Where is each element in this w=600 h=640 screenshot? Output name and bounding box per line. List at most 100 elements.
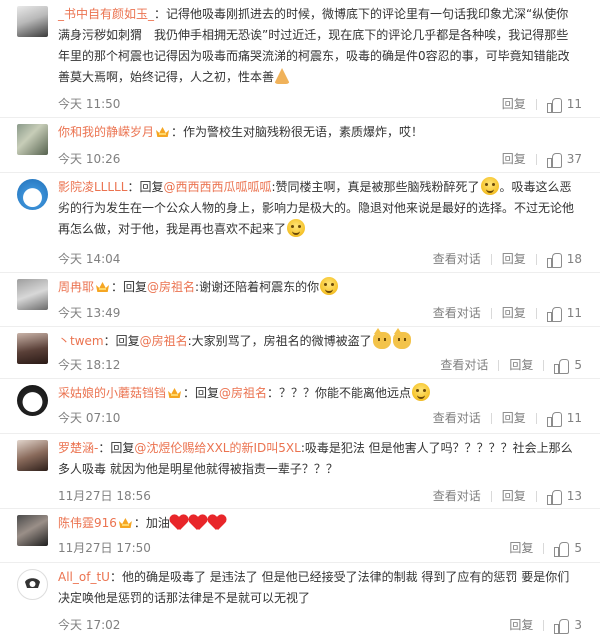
comment-meta: 今天 11:50 回复 11 [58,94,582,114]
comment-meta: 今天 14:04 查看对话 回复 18 [58,249,582,269]
avatar[interactable] [17,124,48,155]
thumbs-up-icon [554,541,570,557]
comment-item: 采姑娘的小蘑菇铛铛 ：回复@房祖名：？？？你能不能离他远点 今天 07:10 查看… [0,379,600,434]
comment-text: All_of_tU：他的确是吸毒了 是违法了 但是他已经接受了法律的制裁 得到了… [58,567,580,609]
default-avatar-icon [25,578,40,588]
comment-text: 采姑娘的小蘑菇铛铛 ：回复@房祖名：？？？你能不能离他远点 [58,383,580,404]
comment-time: 11月27日 17:50 [58,541,151,555]
comment-meta: 今天 07:10 查看对话 回复 11 [58,408,582,428]
comment-list: _书中自有颜如玉_：记得他吸毒刚抓进去的时候，微博底下的评论里有一句话我印象尤深… [0,0,600,640]
comment-meta: 今天 18:12 查看对话 回复 5 [58,355,582,375]
like-button[interactable]: 11 [537,306,582,322]
reply-prefix: ：回复 [127,180,164,194]
reply-button[interactable]: 回复 [499,355,543,375]
smile-emoji-icon [320,277,339,295]
vip-crown-icon [118,516,133,528]
like-button[interactable]: 18 [537,252,582,268]
comment-item: 罗楚涵-：回复@沈煜伦赐给XXL的新ID叫5XL:吸毒是犯法 但是他害人了吗？？… [0,434,600,509]
comment-item: 你和我的静嵘岁月 ：作为警校生对脑残粉很无语，素质爆炸，哎！ 今天 10:26 回… [0,118,600,173]
username-link[interactable]: All_of_tU [58,570,110,584]
comment-text: 罗楚涵-：回复@沈煜伦赐给XXL的新ID叫5XL:吸毒是犯法 但是他害人了吗？？… [58,438,580,480]
comment-content: :谢谢还陪着柯震东的你 [195,280,320,294]
username-link[interactable]: 你和我的静嵘岁月 [58,125,154,139]
reply-button[interactable]: 回复 [492,486,536,506]
mention-link[interactable]: @房祖名 [140,334,188,348]
comment-content: ：加油 [133,516,170,530]
reply-button[interactable]: 回复 [499,615,543,635]
like-button[interactable]: 37 [537,152,582,168]
comment-time: 今天 07:10 [58,411,121,425]
thumbs-up-icon [546,152,562,168]
comment-item: 影院凌LLLLL：回复@西西西西瓜呱呱呱:赞同楼主啊，真是被那些脑残粉醉死了 。吸… [0,173,600,273]
avatar[interactable] [17,179,48,210]
thumbs-up-icon [554,618,570,634]
comment-text: 影院凌LLLLL：回复@西西西西瓜呱呱呱:赞同楼主啊，真是被那些脑残粉醉死了 。吸… [58,177,580,240]
mention-link[interactable]: @西西西西瓜呱呱呱 [163,180,271,194]
avatar[interactable] [17,279,48,310]
comment-time: 今天 18:12 [58,358,121,372]
cat-emoji-icon [372,328,391,349]
view-dialog-button[interactable]: 查看对话 [423,303,491,323]
like-count: 11 [566,411,582,425]
username-link[interactable]: _书中自有颜如玉_ [58,7,154,21]
comment-item: _书中自有颜如玉_：记得他吸毒刚抓进去的时候，微博底下的评论里有一句话我印象尤深… [0,0,600,118]
mention-link[interactable]: @房祖名 [219,386,267,400]
avatar[interactable] [17,569,48,600]
comment-time: 今天 14:04 [58,252,121,266]
view-dialog-button[interactable]: 查看对话 [430,355,498,375]
comment-content: :大家别骂了，房祖名的微博被盗了 [187,334,372,348]
comment-content: ：？？？你能不能离他远点 [267,386,412,400]
like-count: 5 [574,541,582,555]
comment-meta: 11月27日 17:50 回复 5 [58,538,582,558]
mention-link[interactable]: @房祖名 [147,280,195,294]
like-button[interactable]: 13 [537,489,582,505]
like-count: 37 [566,152,582,166]
avatar[interactable] [17,515,48,546]
username-link[interactable]: 采姑娘的小蘑菇铛铛 [58,386,166,400]
reply-button[interactable]: 回复 [492,249,536,269]
comment-content: :赞同楼主啊，真是被那些脑残粉醉死了 [271,180,480,194]
username-link[interactable]: 周冉耶 [58,280,94,294]
like-count: 11 [566,306,582,320]
reply-button[interactable]: 回复 [492,303,536,323]
avatar[interactable] [17,440,48,471]
username-link[interactable]: 影院凌LLLLL [58,180,127,194]
reply-button[interactable]: 回复 [492,94,536,114]
comment-time: 今天 13:49 [58,306,121,320]
heart-icon [208,514,226,530]
reply-prefix: ：回复 [111,280,148,294]
vip-crown-icon [155,125,170,137]
reply-button[interactable]: 回复 [492,408,536,428]
vip-crown-icon [167,386,182,398]
heart-icon [170,514,188,530]
like-button[interactable]: 3 [544,618,582,634]
username-link[interactable]: 陈伟霆916 [58,516,117,530]
like-button[interactable]: 5 [544,358,582,374]
view-dialog-button[interactable]: 查看对话 [423,249,491,269]
comment-meta: 11月27日 18:56 查看对话 回复 13 [58,486,582,506]
comment-meta: 今天 13:49 查看对话 回复 11 [58,303,582,323]
like-button[interactable]: 11 [537,97,582,113]
pray-emoji-icon [274,68,291,84]
avatar[interactable] [17,385,48,416]
view-dialog-button[interactable]: 查看对话 [423,408,491,428]
reply-button[interactable]: 回复 [499,538,543,558]
avatar[interactable] [17,6,48,37]
comment-time: 今天 17:02 [58,618,121,632]
mention-link[interactable]: @沈煜伦赐给XXL的新ID叫5XL [134,441,300,455]
thumbs-up-icon [546,252,562,268]
like-button[interactable]: 5 [544,541,582,557]
reply-button[interactable]: 回复 [492,149,536,169]
view-dialog-button[interactable]: 查看对话 [423,486,491,506]
like-button[interactable]: 11 [537,411,582,427]
thumbs-up-icon [554,358,570,374]
heart-icon [189,514,207,530]
comment-item: All_of_tU：他的确是吸毒了 是违法了 但是他已经接受了法律的制裁 得到了… [0,563,600,640]
cat-emoji-icon [392,328,411,349]
avatar[interactable] [17,333,48,364]
username-link[interactable]: 罗楚涵- [58,441,98,455]
comment-meta: 今天 10:26 回复 37 [58,149,582,169]
comment-content: ：他的确是吸毒了 是违法了 但是他已经接受了法律的制裁 得到了应有的惩罚 要是你… [58,570,570,605]
comment-item: 陈伟霆916 ：加油 11月27日 17:50 回复 5 [0,509,600,563]
username-link[interactable]: 丶twem [58,334,104,348]
